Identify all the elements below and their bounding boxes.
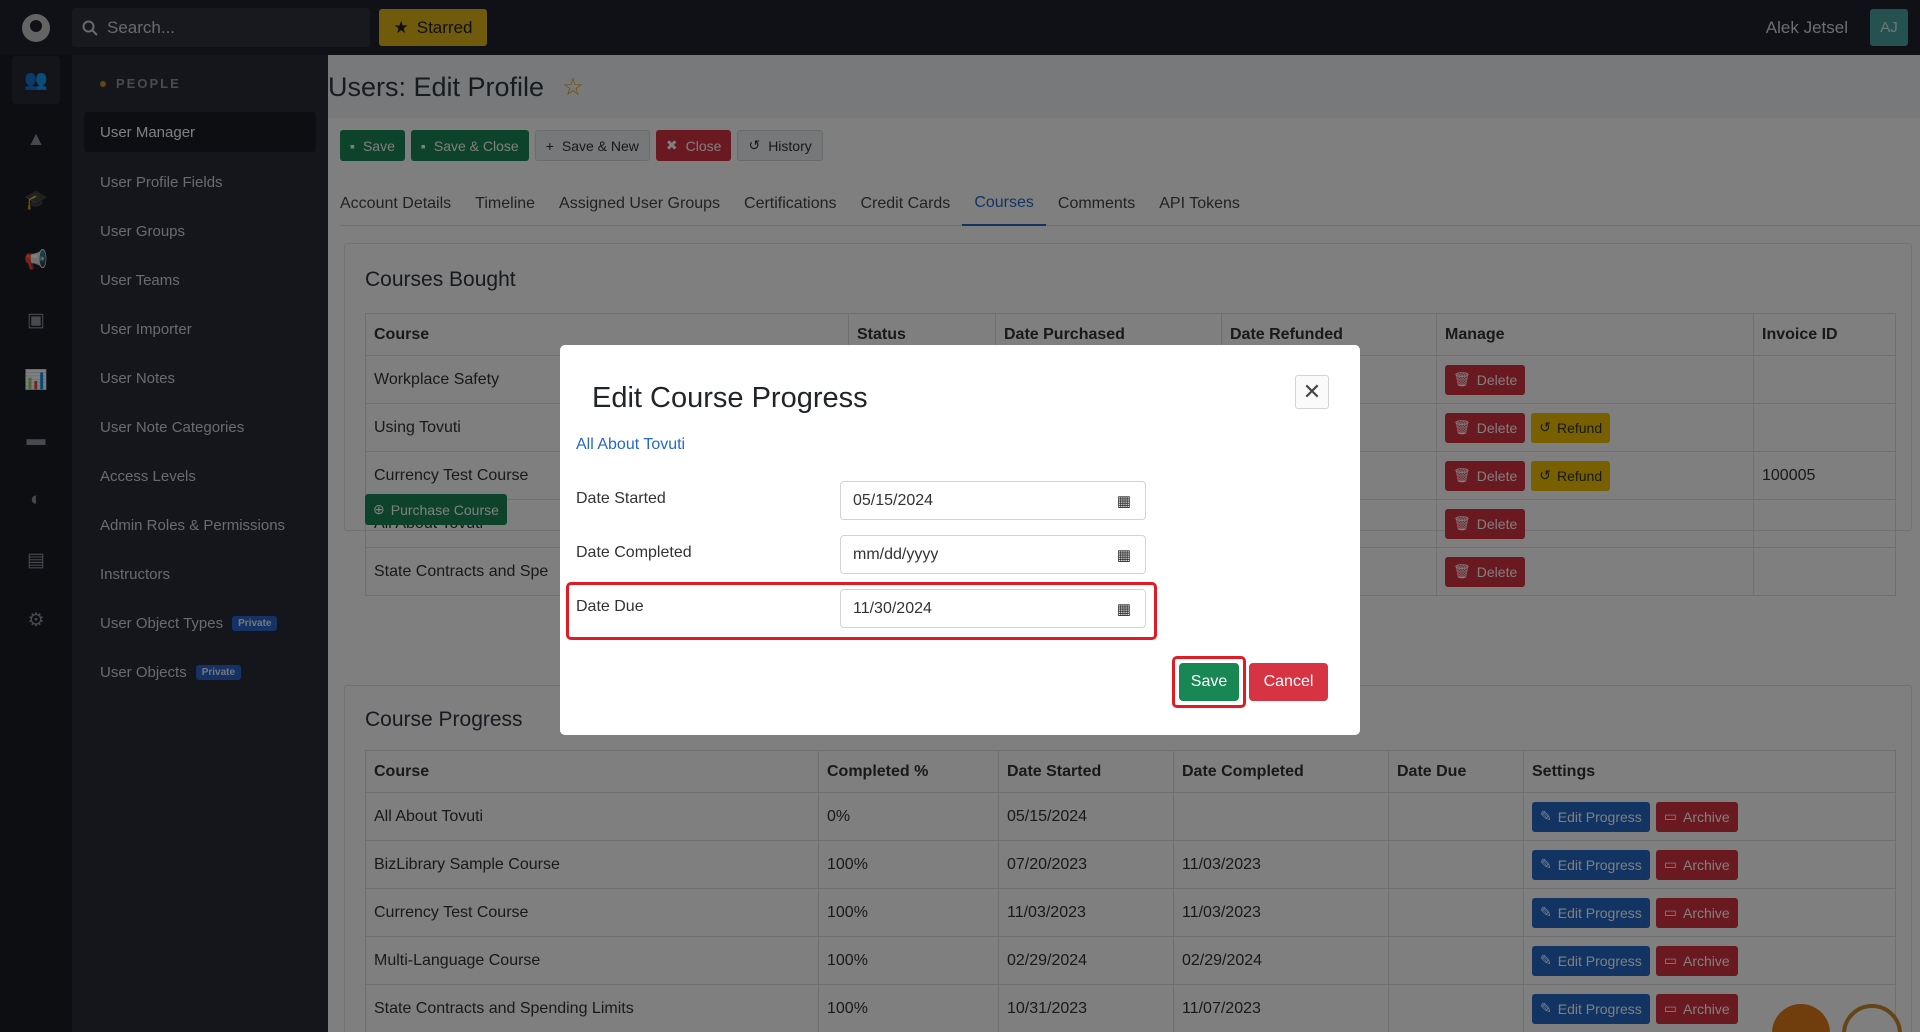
date-due-highlight	[566, 582, 1157, 640]
close-icon[interactable]: ✕	[1295, 375, 1329, 409]
save-highlight	[1172, 656, 1246, 708]
date-completed-row: Date Completed mm/dd/yyyy ▦	[576, 535, 1156, 581]
date-completed-value: mm/dd/yyyy	[853, 545, 939, 563]
date-completed-field[interactable]: mm/dd/yyyy ▦	[840, 535, 1146, 574]
calendar-icon[interactable]: ▦	[1117, 546, 1131, 564]
modal-title: Edit Course Progress	[592, 382, 868, 414]
edit-course-progress-modal: Edit Course Progress ✕ All About Tovuti …	[560, 345, 1360, 735]
date-completed-label: Date Completed	[576, 544, 692, 561]
course-link[interactable]: All About Tovuti	[576, 436, 685, 454]
date-started-row: Date Started 05/15/2024 ▦	[576, 481, 1156, 527]
date-started-value: 05/15/2024	[853, 491, 934, 509]
modal-cancel-button[interactable]: Cancel	[1249, 663, 1328, 701]
date-started-field[interactable]: 05/15/2024 ▦	[840, 481, 1146, 520]
date-started-label: Date Started	[576, 490, 666, 507]
calendar-icon[interactable]: ▦	[1117, 492, 1131, 510]
